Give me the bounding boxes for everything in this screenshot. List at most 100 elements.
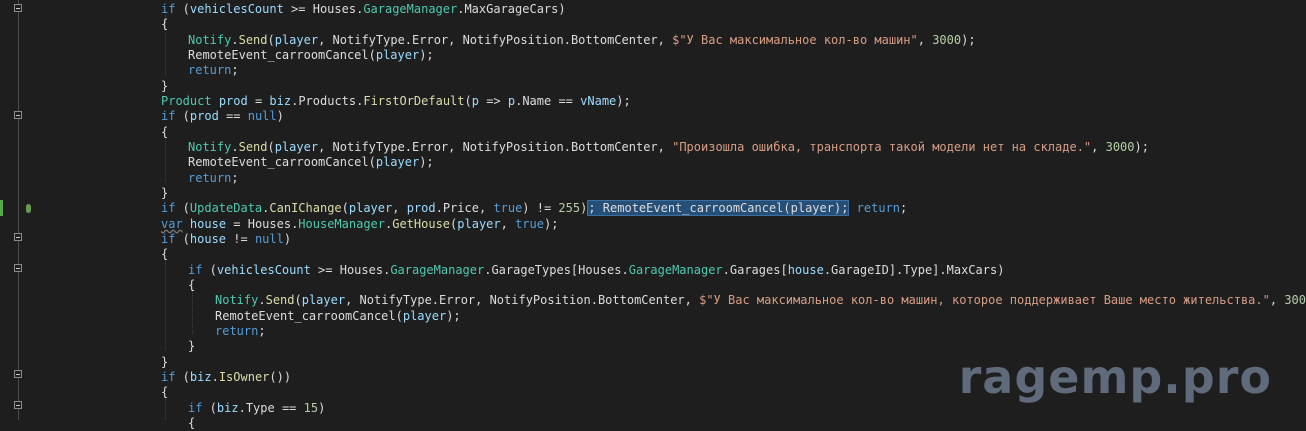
collapse-icon[interactable] [14,4,22,12]
code-token: Send [265,293,295,308]
code-token: { [161,124,169,139]
code-line[interactable]: if (vehiclesCount >= Houses.GarageManage… [161,2,566,17]
code-token: ) != [522,201,559,216]
code-token: 3000 [1105,140,1135,154]
code-line[interactable]: } [161,355,168,370]
code-line[interactable]: } [161,79,168,94]
code-line[interactable]: { [161,385,168,400]
code-line[interactable]: if (biz.Type == 15) [188,401,325,416]
code-token: null [254,231,284,246]
code-token: if [161,109,176,124]
code-token: if [188,262,203,277]
code-editor[interactable]: if (vehiclesCount >= Houses.GarageManage… [0,0,1306,430]
code-token: player [274,140,319,154]
code-token: ( [341,201,349,216]
code-token: prod [218,94,248,108]
code-line[interactable]: { [161,17,168,32]
code-line[interactable]: RemoteEvent_carroomCancel(player); [215,309,461,324]
code-token: >= Houses. [283,2,364,16]
code-token: ; [231,170,239,185]
code-token: >= Houses. [310,262,391,277]
code-line[interactable]: } [161,186,168,201]
collapse-icon[interactable] [14,264,22,272]
code-line[interactable]: Notify.Send(player, NotifyType.Error, No… [188,33,976,48]
collapse-icon[interactable] [14,370,22,378]
code-token: biz [189,369,212,384]
code-line[interactable]: { [188,278,195,293]
collapse-icon[interactable] [14,233,22,241]
code-line[interactable]: Notify.Send(player, NotifyType.Error, No… [215,293,1306,308]
code-token: if [161,201,176,216]
code-line[interactable]: RemoteEvent_carroomCancel(player); [188,155,434,170]
code-line[interactable]: if (prod == null) [161,109,284,124]
code-token: if [188,400,203,415]
code-token: null [247,109,277,124]
code-line[interactable]: } [188,339,195,354]
code-token: ( [175,201,190,216]
code-token: ); [961,32,976,47]
code-token: UpdateData [189,201,263,216]
code-token: .Type == [238,400,304,415]
code-token: . [258,293,266,308]
indent-guide [192,289,194,334]
code-token: vehiclesCount [189,2,284,16]
code-token: vName [580,94,617,108]
indent-guide [165,137,167,182]
code-token: { [161,247,169,262]
code-token: GarageManager [363,2,458,16]
code-token: ); [616,94,631,108]
code-token: house [189,216,227,231]
code-token: RemoteEvent_carroomCancel( [215,308,403,323]
code-line[interactable]: if (biz.IsOwner()) [161,370,291,385]
code-token: ( [267,140,275,154]
code-token: ( [202,262,217,277]
code-line[interactable]: { [161,125,168,140]
code-token: prod [189,109,219,124]
code-token: { [161,17,169,32]
code-token: .GarageTypes[Houses. [484,262,629,277]
code-line[interactable]: RemoteEvent_carroomCancel(player); [188,48,434,63]
code-line[interactable]: Notify.Send(player, NotifyType.Error, No… [188,140,1149,155]
code-token: return [856,201,901,216]
code-token: ) [276,109,284,124]
code-token: player [402,308,447,323]
code-token: ); [419,155,434,170]
collapse-icon[interactable] [14,401,22,409]
code-token: != [226,231,255,246]
code-token: ; [231,63,239,78]
code-line[interactable]: { [161,247,168,262]
edit-marker-icon [26,204,31,213]
code-token: house [189,231,227,246]
fold-guide-line [18,0,19,420]
code-line[interactable]: if (vehiclesCount >= Houses.GarageManage… [188,263,1004,278]
code-token: RemoteEvent_carroomCancel( [188,48,376,62]
code-token: var [161,216,183,231]
code-line[interactable]: if (UpdateData.CanIChange(player, prod.P… [161,200,907,217]
editor-gutter[interactable] [0,0,34,420]
code-token: "Произошла ошибка, транспорта такой моде… [672,140,1092,154]
code-token: vehiclesCount [216,262,311,277]
code-line[interactable]: return; [188,63,239,78]
code-line[interactable]: { [188,416,195,431]
code-line[interactable]: return; [215,324,266,339]
collapse-icon[interactable] [14,111,22,119]
watermark: ragemp.pro [958,350,1272,404]
code-token: p [471,94,479,108]
code-line[interactable]: if (house != null) [161,232,291,247]
code-token: { [188,277,196,292]
code-token: ()) [269,369,292,384]
code-token: CanIChange [269,201,342,216]
code-token: ( [464,94,472,108]
code-token: if [161,231,176,246]
code-token: biz [216,400,239,415]
code-line[interactable]: return; [188,171,239,186]
code-line[interactable]: var house = Houses.HouseManager.GetHouse… [161,217,558,232]
code-line[interactable]: Product prod = biz.Products.FirstOrDefau… [161,94,631,109]
code-token: . [231,140,239,154]
code-token: player [457,216,501,231]
code-token: { [188,415,196,430]
code-token: } [188,339,196,354]
